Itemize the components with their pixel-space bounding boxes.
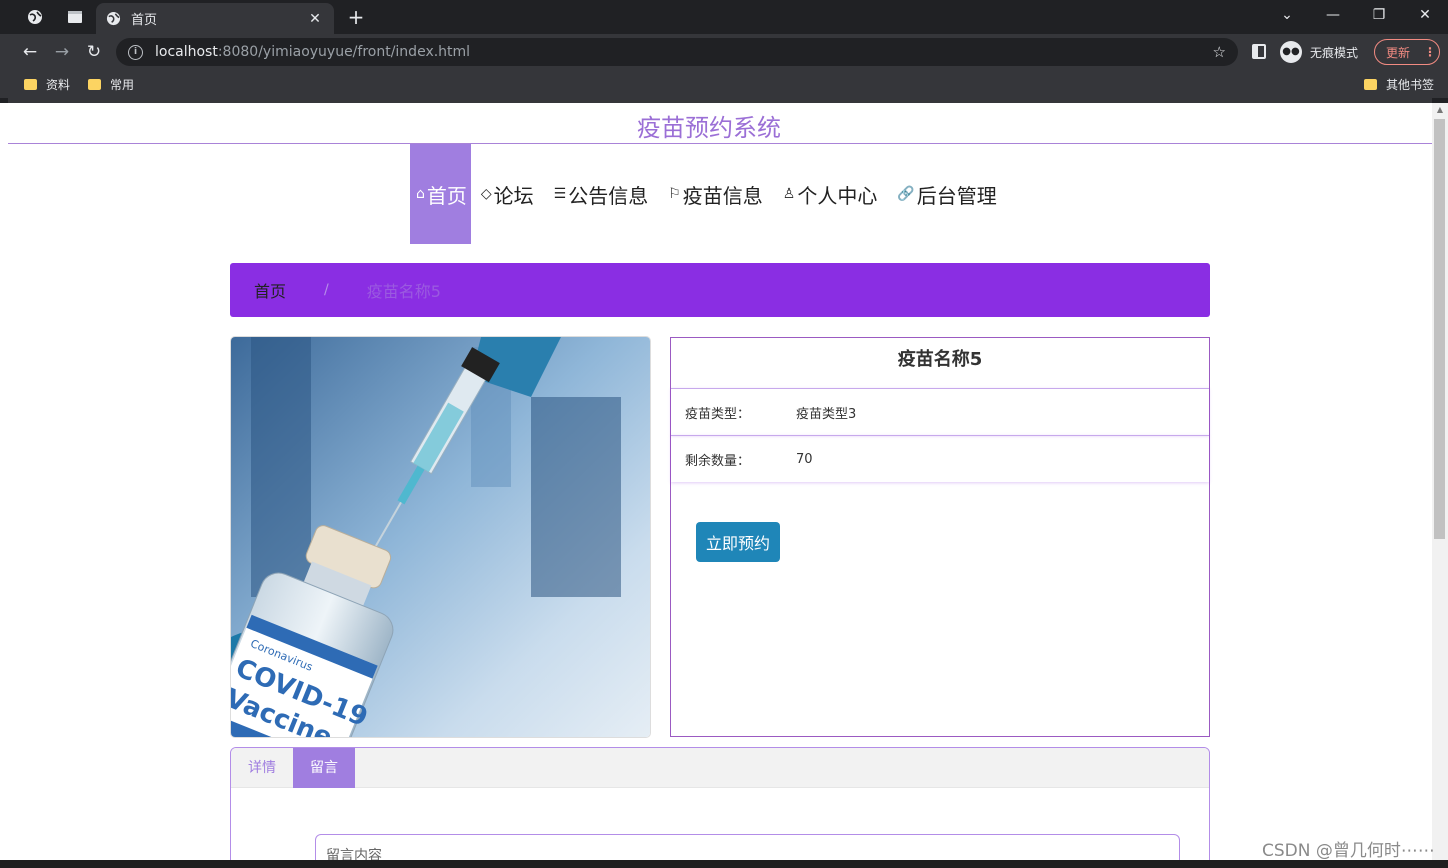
comment-input[interactable]: 留言内容 bbox=[315, 834, 1180, 860]
watermark: CSDN @曾几何时⋯⋯ bbox=[1262, 841, 1435, 861]
other-bookmarks[interactable]: 其他书签 bbox=[1364, 76, 1434, 93]
tab-details[interactable]: 详情 bbox=[231, 748, 293, 788]
nav-label: 论坛 bbox=[493, 183, 534, 208]
site-title: 疫苗预约系统 bbox=[637, 114, 781, 142]
folder-icon bbox=[1364, 79, 1377, 90]
scroll-thumb[interactable] bbox=[1434, 119, 1445, 539]
vaccine-image: Coronavirus COVID-19 Vaccine bbox=[230, 336, 651, 738]
tab-strip: 首页 ✕ + ⌄ — ❐ ✕ bbox=[0, 0, 1448, 34]
stock-label: 剩余数量： bbox=[685, 453, 751, 469]
taskbar bbox=[0, 860, 1448, 868]
tag-icon: ◇ bbox=[480, 186, 492, 202]
reload-icon[interactable]: ↻ bbox=[82, 40, 106, 64]
nav-label: 个人中心 bbox=[797, 183, 878, 208]
breadcrumb-separator: / bbox=[324, 282, 329, 298]
page-scrollbar[interactable]: ▲ bbox=[1432, 103, 1448, 860]
window-icon[interactable] bbox=[60, 6, 90, 28]
restore-icon[interactable]: ❐ bbox=[1365, 4, 1393, 26]
tab-home[interactable]: 首页 ✕ bbox=[96, 3, 334, 34]
scroll-up-icon[interactable]: ▲ bbox=[1432, 103, 1448, 117]
breadcrumb-home[interactable]: 首页 bbox=[254, 278, 286, 302]
type-label: 疫苗类型： bbox=[685, 406, 751, 422]
breadcrumb: 首页 / 疫苗名称5 bbox=[230, 263, 1210, 317]
chevron-down-icon[interactable]: ⌄ bbox=[1273, 4, 1301, 26]
nav-item-profile[interactable]: ♙ 个人中心 bbox=[773, 144, 888, 244]
nav-item-vaccines[interactable]: ⚐ 疫苗信息 bbox=[658, 144, 773, 244]
nav-item-announcements[interactable]: ☰ 公告信息 bbox=[544, 144, 659, 244]
nav-item-forum[interactable]: ◇ 论坛 bbox=[471, 144, 544, 244]
incognito-label: 无痕模式 bbox=[1310, 45, 1359, 60]
home-icon: ⌂ bbox=[416, 186, 425, 202]
nav-item-admin[interactable]: 🔗 后台管理 bbox=[887, 144, 1006, 244]
flag-icon: ⚐ bbox=[668, 186, 681, 202]
nav-label: 疫苗信息 bbox=[682, 183, 763, 208]
tab-title: 首页 bbox=[131, 13, 158, 28]
forward-icon[interactable]: → bbox=[50, 40, 74, 64]
bookmarks-bar: 资料 常用 其他书签 bbox=[0, 70, 1448, 98]
new-tab-icon[interactable]: + bbox=[344, 4, 368, 30]
product-name: 疫苗名称5 bbox=[897, 349, 983, 370]
bookmark-star-icon[interactable]: ☆ bbox=[1213, 43, 1226, 61]
breadcrumb-current: 疫苗名称5 bbox=[366, 282, 441, 301]
reserve-button[interactable]: 立即预约 bbox=[696, 522, 780, 562]
update-label: 更新 bbox=[1386, 45, 1411, 60]
minimize-icon[interactable]: — bbox=[1319, 4, 1347, 26]
info-icon[interactable]: i bbox=[128, 44, 143, 60]
bookmark-label: 其他书签 bbox=[1386, 78, 1435, 92]
bookmark-label: 常用 bbox=[110, 78, 135, 92]
close-window-icon[interactable]: ✕ bbox=[1411, 4, 1439, 26]
menu-dots-icon: ⋮ bbox=[1424, 45, 1437, 59]
globe-icon[interactable] bbox=[20, 6, 50, 28]
folder-icon bbox=[24, 79, 37, 90]
globe-icon bbox=[106, 11, 121, 26]
address-bar[interactable]: i localhost:8080/yimiaoyuyue/front/index… bbox=[116, 38, 1238, 66]
link-icon: 🔗 bbox=[897, 186, 915, 202]
bookmark-folder[interactable]: 常用 bbox=[88, 76, 134, 93]
tabs-header: 详情 留言 bbox=[231, 748, 1209, 788]
tab-comments[interactable]: 留言 bbox=[293, 748, 355, 788]
type-value: 疫苗类型3 bbox=[796, 406, 857, 422]
detail-tabs: 详情 留言 留言内容 bbox=[230, 747, 1210, 860]
main-nav: ⌂ 首页 ◇ 论坛 ☰ 公告信息 ⚐ 疫苗信息 ♙ 个人中心 🔗 后台管理 bbox=[410, 144, 1007, 244]
folder-icon bbox=[88, 79, 101, 90]
browser-toolbar: ← → ↻ i localhost:8080/yimiaoyuyue/front… bbox=[0, 34, 1448, 70]
nav-label: 首页 bbox=[426, 183, 467, 208]
user-icon: ♙ bbox=[782, 186, 796, 202]
side-panel-icon[interactable] bbox=[1252, 44, 1266, 59]
browser-chrome: 首页 ✕ + ⌄ — ❐ ✕ ← → ↻ i localhost:8080/yi… bbox=[0, 0, 1448, 103]
page-viewport: 疫苗预约系统 ⌂ 首页 ◇ 论坛 ☰ 公告信息 ⚐ 疫苗信息 ♙ 个人中心 🔗 … bbox=[8, 103, 1432, 860]
back-icon[interactable]: ← bbox=[18, 40, 42, 64]
sliders-icon: ☰ bbox=[553, 186, 567, 202]
stock-value: 70 bbox=[796, 451, 813, 467]
bookmark-label: 资料 bbox=[46, 78, 71, 92]
close-icon[interactable]: ✕ bbox=[306, 11, 324, 27]
info-row-type: 疫苗类型： 疫苗类型3 bbox=[671, 388, 1209, 435]
nav-item-home[interactable]: ⌂ 首页 bbox=[410, 144, 471, 244]
url-text[interactable]: localhost:8080/yimiaoyuyue/front/index.h… bbox=[155, 44, 1213, 60]
product-info: 疫苗名称5 疫苗类型： 疫苗类型3 剩余数量： 70 立即预约 bbox=[670, 337, 1210, 737]
nav-label: 公告信息 bbox=[568, 183, 649, 208]
update-button[interactable]: 更新 ⋮ bbox=[1374, 39, 1440, 65]
bookmark-folder[interactable]: 资料 bbox=[24, 76, 70, 93]
incognito-indicator[interactable]: ●● 无痕模式 bbox=[1280, 39, 1358, 65]
info-row-stock: 剩余数量： 70 bbox=[671, 435, 1209, 482]
nav-label: 后台管理 bbox=[916, 183, 997, 208]
incognito-icon: ●● bbox=[1280, 41, 1302, 63]
